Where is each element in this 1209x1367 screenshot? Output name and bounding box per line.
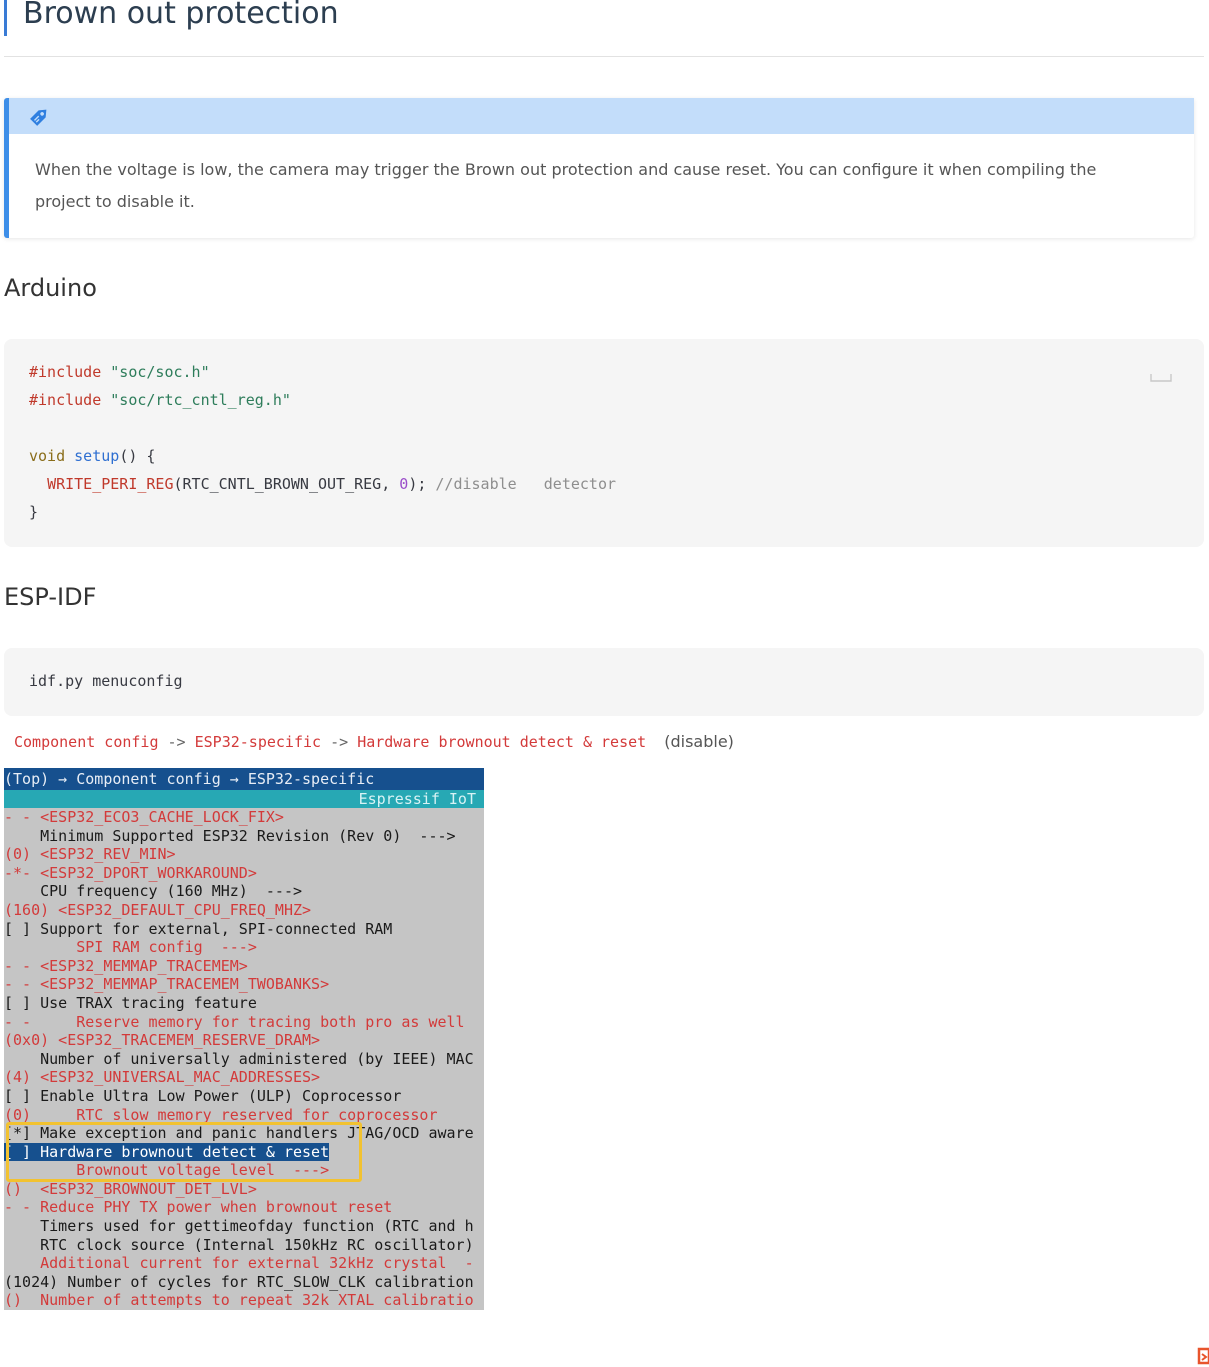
- menu-item: - - <ESP32_ECO3_CACHE_LOCK_FIX>: [4, 808, 284, 826]
- espidf-code-block[interactable]: idf.py menuconfig: [4, 648, 1204, 716]
- code-line: }: [29, 503, 39, 521]
- code-line: void setup() {: [29, 446, 155, 466]
- code-keyword: void: [29, 447, 66, 465]
- title-divider: [4, 56, 1204, 57]
- menu-item: (1024) Number of cycles for RTC_SLOW_CLK…: [4, 1272, 474, 1291]
- terminal-subheader: Espressif IoT: [4, 790, 484, 808]
- menu-item: [ ] Use TRAX tracing feature: [4, 993, 257, 1012]
- path-arrow: ->: [158, 733, 195, 751]
- menu-item: SPI RAM config --->: [4, 938, 257, 957]
- menu-item: (160) <ESP32_DEFAULT_CPU_FREQ_MHZ>: [4, 900, 312, 919]
- path-segment: Hardware brownout detect & reset: [357, 733, 647, 751]
- code-text: (RTC_CNTL_BROWN_OUT_REG,: [173, 475, 400, 493]
- menu-item: [ ] Enable Ultra Low Power (ULP) Coproce…: [4, 1086, 402, 1105]
- copy-icon[interactable]: [1150, 373, 1172, 383]
- path-segment: Component config: [14, 733, 159, 751]
- code-line: idf.py menuconfig: [29, 672, 183, 690]
- path-segment: ESP32-specific: [194, 733, 322, 751]
- menu-path: Component config -> ESP32-specific -> Ha…: [14, 732, 734, 751]
- code-function: setup: [74, 447, 120, 465]
- terminal-header: (Top) → Component config → ESP32-specifi…: [4, 768, 484, 790]
- code-string: "soc/soc.h": [110, 363, 210, 381]
- menu-item: () <ESP32_BROWNOUT_DET_LVL>: [4, 1179, 257, 1198]
- terminal-lines: - - <ESP32_ECO3_CACHE_LOCK_FIX> Minimum …: [4, 808, 484, 1310]
- callout-text: When the voltage is low, the camera may …: [35, 160, 1097, 211]
- code-keyword: #include: [29, 363, 102, 381]
- menu-item: (0x0) <ESP32_TRACEMEM_RESERVE_DRAM>: [4, 1031, 321, 1050]
- menu-item: Timers used for gettimeofday function (R…: [4, 1217, 474, 1236]
- tag-icon: [30, 109, 47, 126]
- menu-item: - - Reduce PHY TX power when brownout re…: [4, 1198, 393, 1217]
- code-string: "soc/rtc_cntl_reg.h": [110, 391, 291, 409]
- menu-item: - - Reserve memory for tracing both pro …: [4, 1012, 465, 1031]
- highlight-box: [6, 1122, 362, 1182]
- section-heading-arduino: Arduino: [4, 274, 97, 302]
- menu-item: (4) <ESP32_UNIVERSAL_MAC_ADDRESSES>: [4, 1068, 321, 1087]
- menu-item: (0) <ESP32_REV_MIN>: [4, 845, 176, 864]
- menuconfig-screenshot: (Top) → Component config → ESP32-specifi…: [4, 768, 484, 1310]
- menu-item: -*- <ESP32_DPORT_WORKAROUND>: [4, 863, 257, 882]
- menu-item: RTC clock source (Internal 150kHz RC osc…: [4, 1235, 474, 1254]
- code-keyword: #include: [29, 391, 102, 409]
- corner-icon: [1197, 1347, 1209, 1365]
- code-text: () {: [119, 447, 156, 465]
- menu-item: - - <ESP32_MEMMAP_TRACEMEM>: [4, 956, 248, 975]
- menu-item: Minimum Supported ESP32 Revision (Rev 0)…: [4, 826, 456, 845]
- code-function: WRITE_PERI_REG: [47, 475, 174, 493]
- code-comment: //disable detector: [435, 475, 617, 493]
- page-title: Brown out protection: [4, 0, 339, 36]
- menu-item: () Number of attempts to repeat 32k XTAL…: [4, 1291, 474, 1310]
- menu-item: Number of universally administered (by I…: [4, 1049, 474, 1068]
- menu-item: CPU frequency (160 MHz) --->: [4, 882, 303, 901]
- code-text: );: [408, 475, 436, 493]
- callout-header: [9, 98, 1194, 134]
- menu-item: Additional current for external 32kHz cr…: [4, 1254, 474, 1273]
- arduino-code-block[interactable]: #include "soc/soc.h" #include "soc/rtc_c…: [4, 339, 1204, 547]
- section-heading-espidf: ESP-IDF: [4, 583, 97, 611]
- tip-callout: When the voltage is low, the camera may …: [4, 98, 1194, 238]
- code-line: WRITE_PERI_REG(RTC_CNTL_BROWN_OUT_REG, 0…: [29, 474, 616, 494]
- menu-item: [ ] Support for external, SPI-connected …: [4, 919, 393, 938]
- code-line: #include "soc/soc.h": [29, 362, 210, 382]
- path-note: (disable): [664, 732, 734, 751]
- menu-item: - - <ESP32_MEMMAP_TRACEMEM_TWOBANKS>: [4, 975, 330, 994]
- code-number: 0: [399, 475, 409, 493]
- path-arrow: ->: [321, 733, 358, 751]
- code-line: #include "soc/rtc_cntl_reg.h": [29, 390, 291, 410]
